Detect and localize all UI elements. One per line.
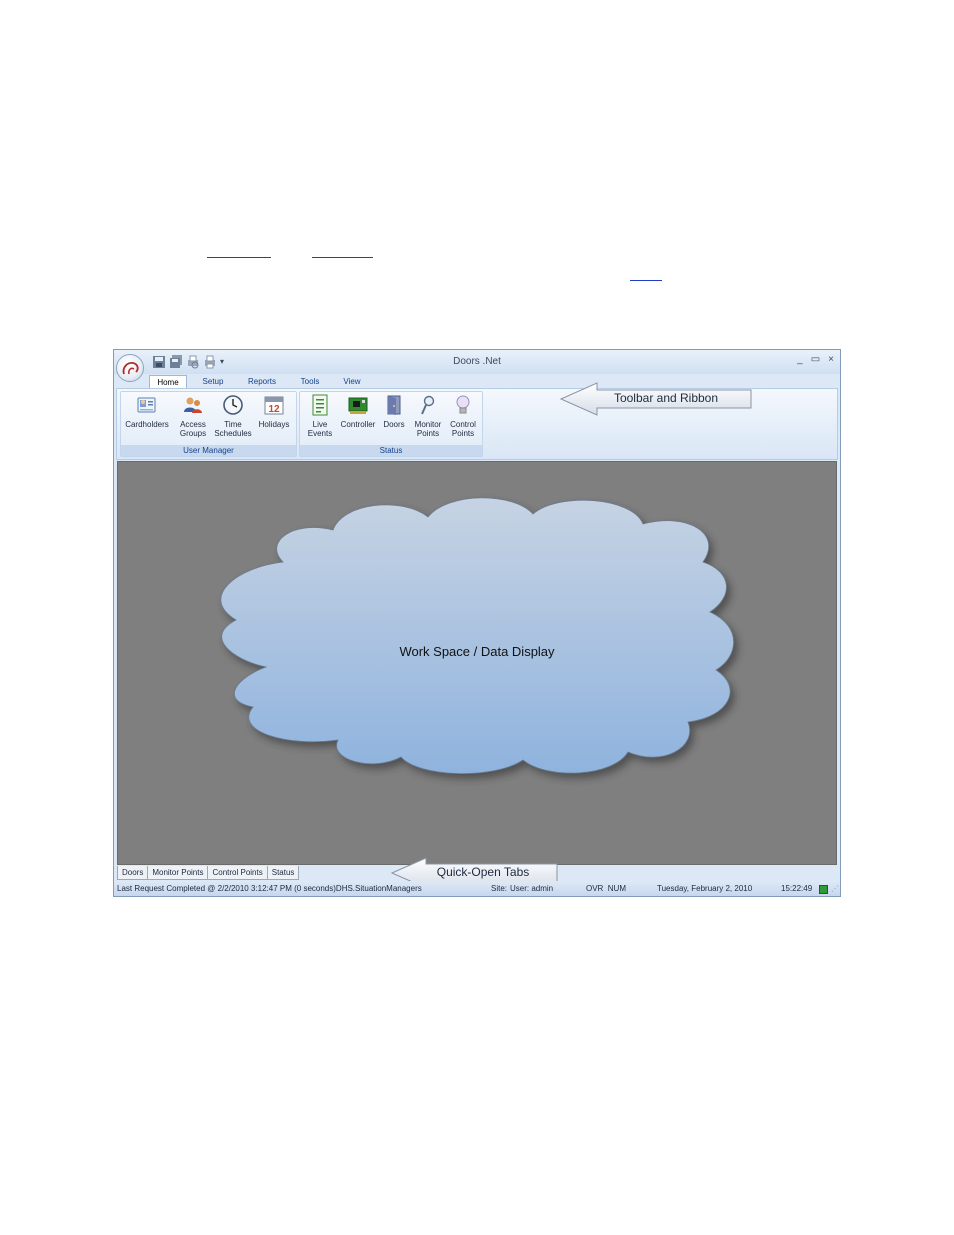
monitor-point-icon (421, 395, 435, 415)
door-icon (387, 395, 401, 415)
controller-label: Controller (340, 420, 376, 429)
live-events-button[interactable]: Live Events (300, 394, 340, 438)
group-label-status: Status (300, 445, 482, 456)
clock-icon (223, 395, 243, 415)
document-link-2[interactable] (312, 257, 373, 258)
cardholders-icon (137, 397, 156, 413)
window-controls: _ ▭ × (797, 354, 834, 365)
toolbar-callout: Toolbar and Ribbon (559, 380, 757, 418)
group-status: Live Events Controller Doors Monitor Poi… (299, 391, 483, 457)
cardholders-button[interactable]: Cardholders (125, 394, 169, 429)
controller-button[interactable]: Controller (338, 394, 378, 429)
quick-tab-status[interactable]: Status (266, 866, 300, 880)
quick-tab-control-points[interactable]: Control Points (207, 866, 268, 880)
window-title: Doors .Net (453, 356, 501, 367)
holidays-button[interactable]: 12 Holidays (254, 394, 294, 429)
workspace: Work Space / Data Display (117, 461, 837, 865)
tab-tools[interactable]: Tools (292, 375, 328, 388)
minimize-button[interactable]: _ (797, 354, 803, 365)
monitor-points-label: Monitor Points (414, 420, 442, 438)
group-user-manager: Cardholders Access Groups Time Schedules (120, 391, 297, 457)
group-label-user-manager: User Manager (121, 445, 296, 456)
live-events-icon (312, 394, 328, 416)
control-points-label: Control Points (450, 420, 476, 438)
quick-open-tabs: Doors Monitor Points Control Points Stat… (117, 866, 300, 880)
app-logo-icon (122, 362, 139, 375)
maximize-button[interactable]: ▭ (811, 354, 820, 365)
document-link-1[interactable] (207, 257, 271, 258)
quick-tabs-callout-label: Quick-Open Tabs (436, 865, 530, 879)
time-schedules-label: Time Schedules (214, 420, 252, 438)
workspace-cloud (220, 497, 735, 774)
document-link-3[interactable] (630, 280, 662, 281)
cardholders-label: Cardholders (125, 420, 169, 429)
access-groups-label: Access Groups (179, 420, 207, 438)
app-window: ▾ Doors .Net _ ▭ × Home Setup Reports To… (113, 349, 841, 897)
resize-grip-icon[interactable]: ⋰ (831, 881, 839, 896)
status-time: 15:22:49 (781, 884, 813, 893)
svg-text:12: 12 (268, 404, 280, 415)
access-groups-icon (184, 397, 202, 413)
access-groups-button[interactable]: Access Groups (173, 394, 213, 438)
tab-view[interactable]: View (336, 375, 368, 388)
tab-home[interactable]: Home (149, 375, 187, 388)
controller-board-icon (348, 397, 368, 414)
title-bar: ▾ Doors .Net _ ▭ × (114, 350, 840, 374)
monitor-points-button[interactable]: Monitor Points (408, 394, 448, 438)
time-schedules-button[interactable]: Time Schedules (213, 394, 253, 438)
tab-setup[interactable]: Setup (194, 375, 232, 388)
quick-tab-doors[interactable]: Doors (117, 866, 149, 880)
ribbon: Cardholders Access Groups Time Schedules (116, 382, 838, 460)
status-site: Site: (491, 884, 508, 893)
status-date: Tuesday, February 2, 2010 (657, 884, 753, 893)
toolbar-callout-label: Toolbar and Ribbon (613, 391, 719, 405)
status-bar: Last Request Completed @ 2/2/2010 3:12:4… (114, 881, 840, 896)
calendar-icon: 12 (264, 396, 284, 415)
connection-status-icon (819, 885, 828, 894)
control-points-button[interactable]: Control Points (443, 394, 483, 438)
close-button[interactable]: × (828, 354, 834, 365)
status-user: User: admin (510, 884, 554, 893)
live-events-label: Live Events (307, 420, 333, 438)
holidays-label: Holidays (258, 420, 290, 429)
quick-tab-monitor-points[interactable]: Monitor Points (147, 866, 209, 880)
workspace-label: Work Space / Data Display (399, 644, 555, 659)
tab-reports[interactable]: Reports (241, 375, 283, 388)
lightbulb-icon (456, 395, 470, 414)
status-last-request: Last Request Completed @ 2/2/2010 3:12:4… (117, 884, 422, 893)
status-ovr-num: OVR NUM (586, 884, 626, 893)
application-menu-button[interactable] (116, 354, 144, 382)
